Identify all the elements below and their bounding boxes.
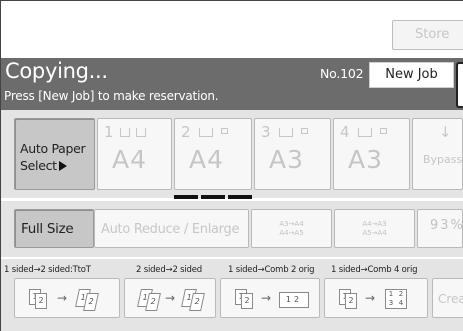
bypass-label: Bypass <box>423 153 463 166</box>
ratio-label: A4→A3 <box>362 220 387 228</box>
paper-icon <box>301 128 308 134</box>
page-icon: 2 <box>145 293 161 311</box>
duplex-1-to-2-button[interactable]: 1 2 → 1 2 <box>14 278 120 318</box>
auto-paper-select-button[interactable]: Auto Paper Select <box>14 118 95 190</box>
arrow-right-icon: → <box>261 291 272 305</box>
tray-2-button[interactable]: 2 A4 <box>174 118 252 190</box>
create-margin-button[interactable]: Crea <box>432 278 463 318</box>
combined-page-icon: 1234 <box>385 289 407 309</box>
tray-1-number: 1 <box>104 123 114 141</box>
ratio-label: A5→A4 <box>362 229 387 237</box>
paper-icon <box>380 128 387 134</box>
tray-4-button[interactable]: 4 A3 <box>333 118 410 190</box>
comb-4-orig-button[interactable]: 1 2 → 1234 <box>324 278 428 318</box>
tray-4-number: 4 <box>340 123 350 141</box>
arrow-right-icon: → <box>365 291 376 305</box>
tray-2-size: A4 <box>189 145 225 174</box>
full-size-button[interactable]: Full Size <box>14 209 94 248</box>
tray-indicator <box>174 195 252 199</box>
job-number: No.102 <box>320 66 364 81</box>
ratio-a3-a4-button[interactable]: A3→A4 A4→A5 <box>251 209 332 248</box>
side-panel-edge <box>456 62 463 108</box>
store-button[interactable]: Store <box>392 20 463 50</box>
combined-page-icon: 12 <box>279 292 309 308</box>
ratio-label: A3→A4 <box>279 220 304 228</box>
tray-icon <box>358 128 372 137</box>
comb-2-orig-button[interactable]: 1 2 → 12 <box>220 278 320 318</box>
auto-reduce-label: Auto Reduce / Enlarge <box>101 222 240 237</box>
create-label: Crea <box>438 292 463 306</box>
bypass-arrow-icon: ↓ <box>439 123 452 141</box>
tray-1-button[interactable]: 1 A4 <box>97 118 172 190</box>
page-icon: 2 <box>345 293 357 309</box>
auto-paper-label-2: Select <box>20 158 57 173</box>
duplex-option-label: 2 sided→2 sided <box>136 265 202 275</box>
paper-icon <box>221 128 228 134</box>
ratio-a4-a3-button[interactable]: A4→A3 A5→A4 <box>334 209 415 248</box>
arrow-right-icon: → <box>57 291 68 305</box>
duplex-2-to-2-button[interactable]: 1 2 → 1 2 <box>124 278 216 318</box>
page-icon: 2 <box>241 293 253 309</box>
page-icon: 2 <box>35 293 47 309</box>
duplex-option-label: 1 sided→Comb 4 orig <box>331 265 418 275</box>
ratio-label: 93% <box>430 218 463 233</box>
play-arrow-icon <box>58 161 67 171</box>
page-title: Copying... <box>5 59 108 83</box>
bypass-tray-button[interactable]: ↓ Bypass <box>412 118 463 190</box>
auto-paper-label-1: Auto Paper <box>20 141 86 156</box>
ratio-label: A4→A5 <box>279 229 304 237</box>
tray-3-button[interactable]: 3 A3 <box>254 118 331 190</box>
tray-1-size: A4 <box>112 145 148 174</box>
tray-icon <box>279 128 293 137</box>
page-icon: 2 <box>83 293 99 311</box>
tray-3-number: 3 <box>261 123 271 141</box>
tray-2-number: 2 <box>181 123 191 141</box>
tray-icon <box>120 128 130 137</box>
auto-reduce-enlarge-button[interactable]: Auto Reduce / Enlarge <box>94 209 249 248</box>
duplex-option-label: 1 sided→2 sided:TtoT <box>4 265 91 275</box>
ratio-93-button[interactable]: 93% <box>417 209 463 248</box>
tray-3-size: A3 <box>269 145 305 174</box>
new-job-button[interactable]: New Job <box>369 62 454 88</box>
tray-icon <box>136 128 146 137</box>
arrow-right-icon: → <box>165 291 176 305</box>
status-message: Press [New Job] to make reservation. <box>4 89 219 103</box>
tray-4-size: A3 <box>348 145 384 174</box>
tray-icon <box>199 128 213 137</box>
duplex-option-label: 1 sided→Comb 2 orig <box>228 265 315 275</box>
full-size-label: Full Size <box>21 221 74 237</box>
page-icon: 2 <box>189 293 205 311</box>
